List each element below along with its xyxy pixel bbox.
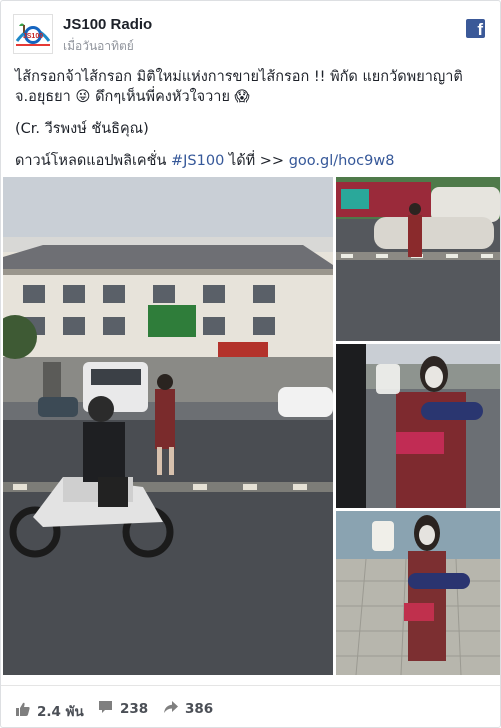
- post-timestamp[interactable]: เมื่อวันอาทิตย์: [63, 37, 134, 56]
- logo-text: JS100: [23, 33, 43, 40]
- photo-top-right[interactable]: [336, 177, 500, 341]
- photo-middle-right[interactable]: [336, 344, 500, 508]
- hashtag-link[interactable]: #JS100: [171, 153, 224, 169]
- shares-count[interactable]: 386: [163, 700, 213, 718]
- street-scene-image: [3, 177, 333, 675]
- facebook-post-card: JS100 JS100 Radio เมื่อวันอาทิตย์ f ไส้ก…: [0, 0, 501, 728]
- photo-grid: [1, 177, 500, 675]
- download-mid: ได้ที่ >>: [228, 153, 285, 169]
- post-message: ไส้กรอกจ้าไส้กรอก มิติใหม่แห่งการขายไส้ก…: [15, 67, 489, 183]
- download-prefix: ดาวน์โหลดแอปพลิเคชั่น: [15, 153, 167, 169]
- post-download-line: ดาวน์โหลดแอปพลิเคชั่น #JS100 ได้ที่ >> g…: [15, 151, 489, 171]
- js100-logo-icon: JS100: [14, 15, 52, 53]
- woman-selling-sausages-image: [336, 511, 500, 675]
- share-icon: [163, 700, 178, 718]
- woman-with-baby-image: [336, 344, 500, 508]
- post-header: JS100 JS100 Radio เมื่อวันอาทิตย์ f: [1, 1, 500, 61]
- post-credit: (Cr. วีรพงษ์ ชันธิคุณ): [15, 121, 149, 137]
- woman-crossing-road-image: [336, 177, 500, 341]
- comment-icon: [98, 700, 113, 718]
- shares-value: 386: [185, 701, 214, 717]
- page-name[interactable]: JS100 Radio: [63, 16, 152, 33]
- facebook-icon[interactable]: f: [466, 19, 485, 38]
- comments-value: 238: [120, 701, 149, 717]
- photo-main[interactable]: [3, 177, 333, 675]
- page-avatar[interactable]: JS100: [13, 14, 53, 54]
- photo-bottom-right[interactable]: [336, 511, 500, 675]
- likes-count[interactable]: 2.4 พัน: [15, 700, 84, 722]
- post-message-line: ไส้กรอกจ้าไส้กรอก มิติใหม่แห่งการขายไส้ก…: [15, 69, 463, 105]
- engagement-bar: 2.4 พัน 238 386: [1, 685, 500, 727]
- likes-value: 2.4 พัน: [37, 704, 84, 720]
- comments-count[interactable]: 238: [98, 700, 148, 718]
- like-icon: [15, 702, 30, 720]
- short-url-link[interactable]: goo.gl/hoc9w8: [289, 153, 395, 169]
